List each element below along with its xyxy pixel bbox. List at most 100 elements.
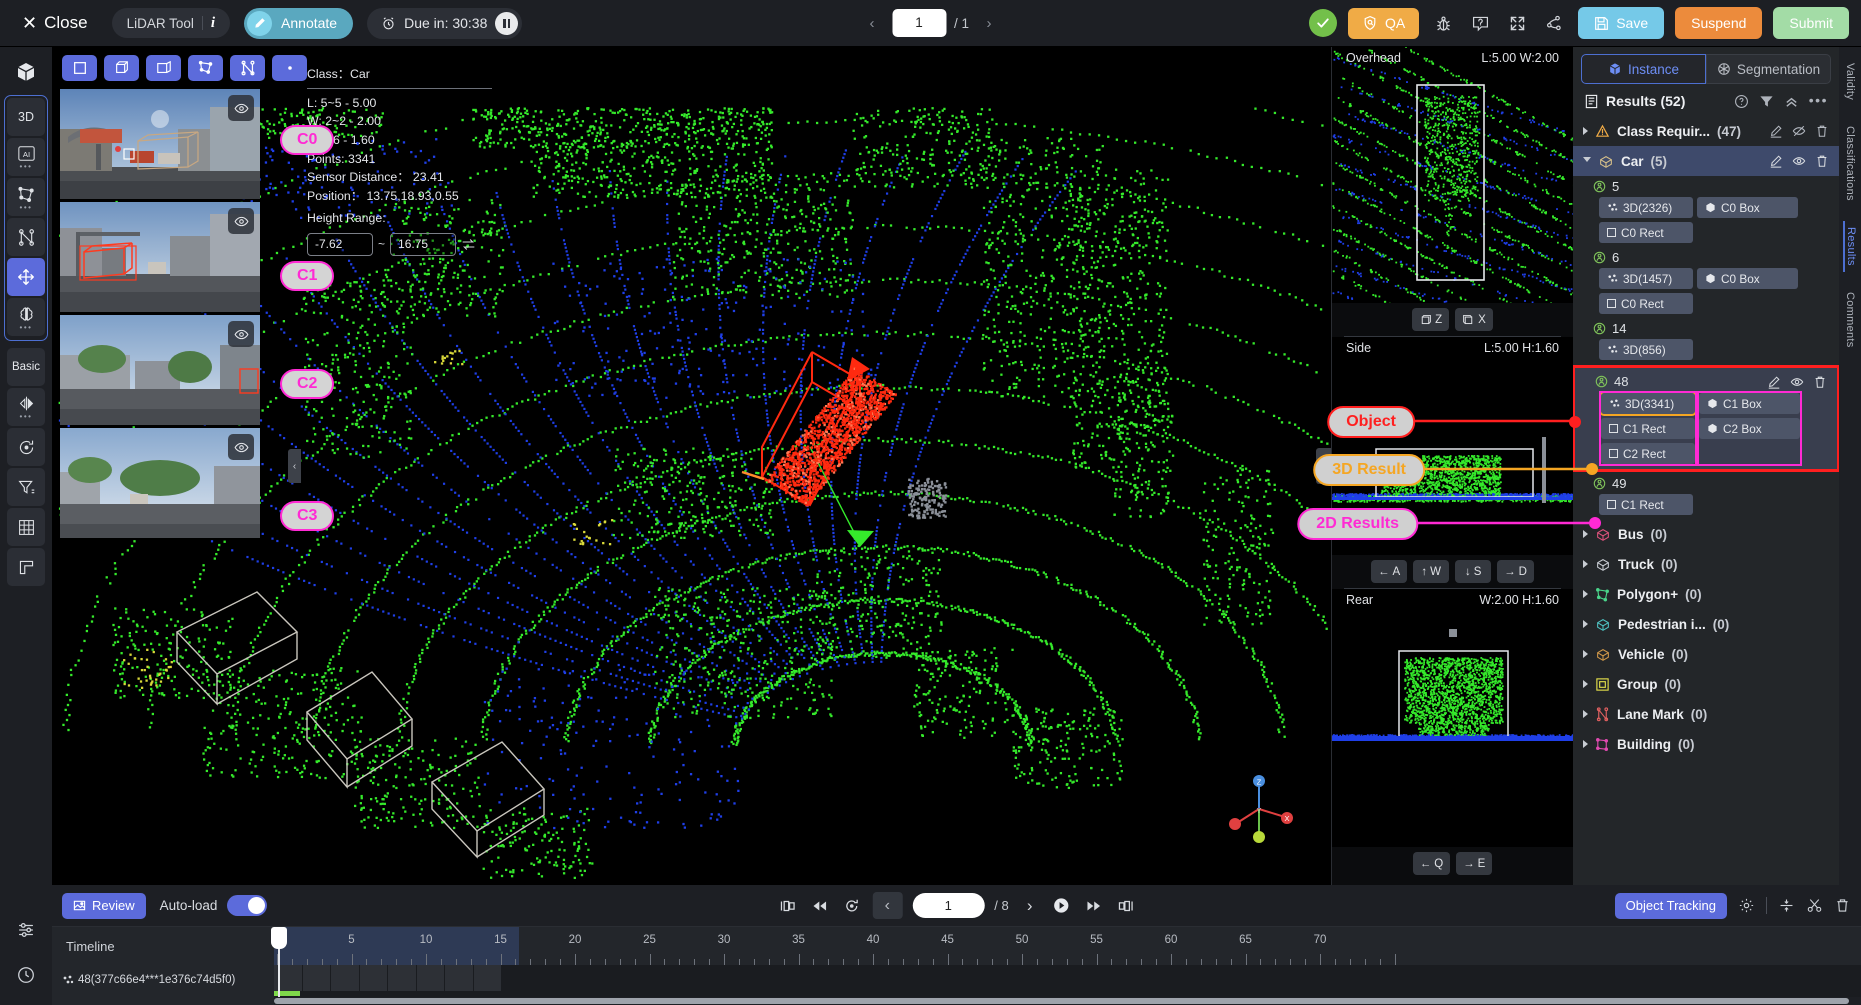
instance-row-6[interactable]: 6 [1573, 247, 1839, 267]
bug-icon[interactable] [1430, 10, 1456, 36]
timeline-cell[interactable] [417, 965, 446, 991]
chip-c1-rect[interactable]: C1 Rect [1601, 418, 1695, 439]
filter-icon[interactable] [1759, 94, 1774, 109]
fullscreen-icon[interactable] [1504, 10, 1530, 36]
chip-c1-box[interactable]: C1 Box [1699, 393, 1800, 414]
chip-c2-rect[interactable]: C2 Rect [1601, 443, 1695, 464]
rear-view[interactable]: Rear W:2.00 H:1.60 [1332, 589, 1573, 847]
chevron-right-icon[interactable] [1583, 560, 1588, 568]
more-icon[interactable]: ••• [1809, 94, 1828, 109]
chevron-right-icon[interactable] [1583, 740, 1588, 748]
scissors-icon[interactable] [1806, 897, 1823, 914]
sidebar-item-move[interactable] [7, 258, 45, 296]
class-row-class-requirements[interactable]: Class Requir... (47) [1573, 116, 1839, 146]
timeline-scrollbar[interactable] [274, 998, 1849, 1004]
move-right-key[interactable]: → D [1497, 560, 1534, 583]
axis-gizmo[interactable]: Z X Y [1223, 773, 1295, 845]
timeline-object-row[interactable]: 48(377c66e4***1e376c74d5f0) [62, 974, 235, 986]
eye-icon[interactable] [1792, 154, 1806, 168]
instance-block-48[interactable]: 48 3D(3341) C1 Rect C2 Rect C1 Box C2 Bo… [1575, 368, 1837, 469]
vtab-results[interactable]: Results [1843, 221, 1857, 272]
rotate-z-key[interactable]: Z [1412, 308, 1449, 331]
chevron-right-icon[interactable] [1583, 650, 1588, 658]
chip-rect[interactable]: C0 Rect [1599, 293, 1693, 314]
timeline-cell[interactable] [360, 965, 389, 991]
eye-icon[interactable] [228, 434, 254, 460]
info-icon[interactable]: i [211, 15, 215, 32]
overhead-view[interactable]: Overhead L:5.00 W:2.00 [1332, 47, 1573, 303]
mirror-tool[interactable]: ••• [7, 388, 45, 426]
rect-tool-icon[interactable] [62, 55, 97, 81]
timeline-ruler[interactable]: 5 10 15 20 25 30 35 40 45 50 55 60 65 70 [274, 927, 1861, 965]
play-icon[interactable] [1051, 895, 1073, 917]
sidebar-item-3d[interactable]: 3D [7, 98, 45, 136]
class-row-pedestrian[interactable]: Pedestrian i... (0) [1573, 609, 1839, 639]
chevron-right-icon[interactable] [1583, 530, 1588, 538]
chevron-right-icon[interactable] [1583, 620, 1588, 628]
class-row-building[interactable]: Building (0) [1573, 729, 1839, 759]
rewind-icon[interactable] [808, 895, 830, 917]
chip-box[interactable]: C0 Box [1697, 197, 1798, 218]
share-icon[interactable] [1541, 10, 1567, 36]
tab-instance[interactable]: Instance [1581, 54, 1706, 84]
timeline-cell[interactable] [331, 965, 360, 991]
filter-tool[interactable] [7, 468, 45, 506]
class-row-lane-mark[interactable]: Lane Mark (0) [1573, 699, 1839, 729]
camera-thumb-c0[interactable] [60, 89, 260, 199]
object-tracking-button[interactable]: Object Tracking [1615, 893, 1727, 919]
rotate-x-key[interactable]: X [1455, 308, 1493, 331]
move-down-key[interactable]: ↓ S [1455, 560, 1491, 583]
hidden-eye-icon[interactable] [1792, 124, 1806, 138]
fast-forward-icon[interactable] [1083, 895, 1105, 917]
submit-button[interactable]: Submit [1773, 7, 1849, 39]
refresh-icon[interactable] [840, 895, 862, 917]
collapse-all-icon[interactable] [1784, 94, 1799, 109]
trash-icon[interactable] [1813, 375, 1827, 389]
skip-end-icon[interactable] [1115, 895, 1137, 917]
move-left-key[interactable]: ← A [1371, 560, 1407, 583]
review-button[interactable]: Review [62, 893, 146, 919]
height-min-input[interactable]: -7.62 [307, 233, 373, 256]
camera-thumb-c3[interactable] [60, 428, 260, 538]
chip-3d[interactable]: 3D(1457) [1599, 268, 1693, 289]
grid-tool[interactable] [7, 508, 45, 546]
eye-icon[interactable] [228, 321, 254, 347]
save-button[interactable]: Save [1578, 7, 1664, 39]
timeline-cell[interactable] [445, 965, 474, 991]
point-tool-icon[interactable] [272, 55, 307, 81]
frame-tool[interactable] [7, 548, 45, 586]
timeline-track[interactable] [274, 965, 1861, 997]
move-up-key[interactable]: ↑ W [1413, 560, 1449, 583]
chip-c2-box[interactable]: C2 Box [1699, 418, 1800, 439]
main-3d-viewport[interactable]: (function(){ const svg = document.queryS… [52, 47, 1331, 885]
skip-start-icon[interactable] [776, 895, 798, 917]
timeline-cell[interactable] [474, 965, 503, 991]
class-row-polygon-plus[interactable]: Polygon+ (0) [1573, 579, 1839, 609]
rotate-left-key[interactable]: ← Q [1413, 852, 1450, 875]
reset-icon[interactable] [461, 237, 476, 252]
rotate-tool[interactable] [7, 428, 45, 466]
class-row-truck[interactable]: Truck (0) [1573, 549, 1839, 579]
chevron-right-icon[interactable] [1583, 710, 1588, 718]
prev-frame-button[interactable]: ‹ [872, 892, 902, 919]
annotate-toggle[interactable]: Annotate [244, 8, 353, 39]
page-prev-button[interactable]: ‹ [860, 11, 884, 35]
pause-button[interactable] [495, 12, 518, 35]
autoload-toggle[interactable] [227, 895, 267, 916]
eye-icon[interactable] [228, 95, 254, 121]
edit-icon[interactable] [1767, 375, 1781, 389]
chip-box[interactable]: C0 Box [1697, 268, 1798, 289]
qa-button[interactable]: QA [1348, 8, 1419, 39]
suspend-button[interactable]: Suspend [1675, 7, 1762, 39]
next-frame-button[interactable]: › [1019, 895, 1041, 917]
chevron-right-icon[interactable] [1583, 127, 1588, 135]
page-next-button[interactable]: › [977, 11, 1001, 35]
class-row-group[interactable]: Group (0) [1573, 669, 1839, 699]
sidebar-item-polygon[interactable]: ••• [7, 178, 45, 216]
height-max-input[interactable]: 16.75 [390, 233, 456, 256]
chip-3d[interactable]: 3D(2326) [1599, 197, 1693, 218]
eye-icon[interactable] [228, 208, 254, 234]
chevron-down-icon[interactable] [1583, 157, 1591, 166]
instance-row-5[interactable]: 5 [1573, 176, 1839, 196]
class-row-vehicle[interactable]: Vehicle (0) [1573, 639, 1839, 669]
